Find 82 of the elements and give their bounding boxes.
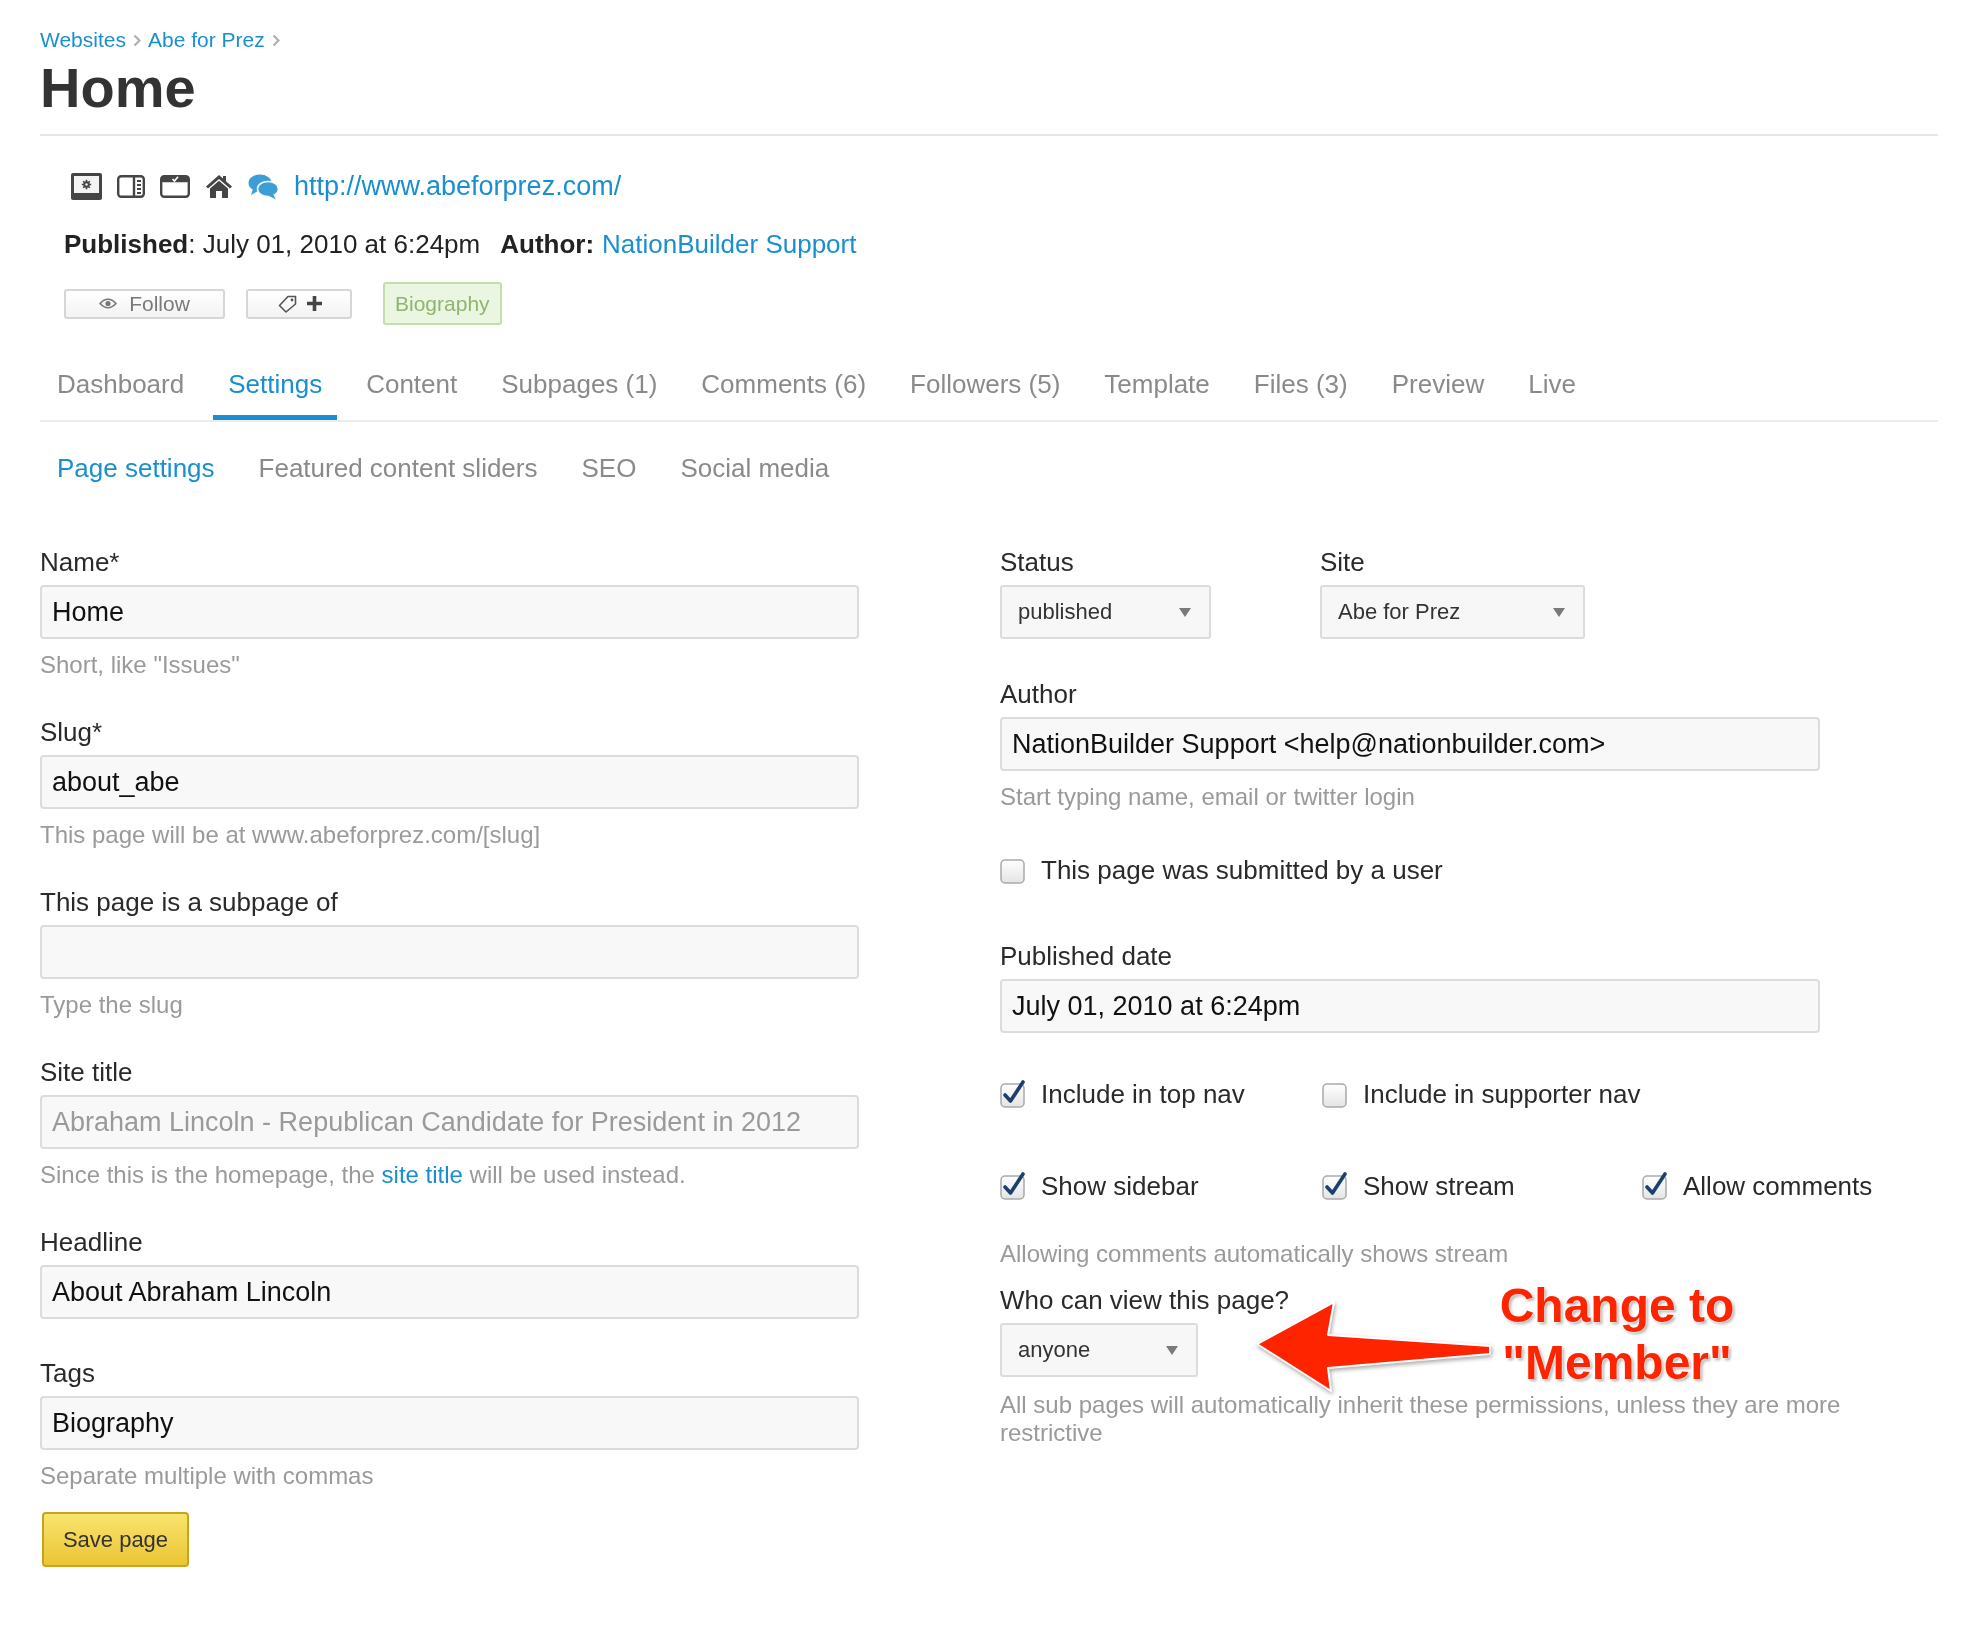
- tab[interactable]: Live: [1513, 369, 1591, 420]
- dropdown-select[interactable]: published: [1000, 585, 1211, 639]
- field-hint: Since this is the homepage, the site title will be used instead.: [40, 1161, 686, 1188]
- field-label: Site: [1320, 547, 1365, 577]
- published-date-text: Published: July 01, 2010 at 6:24pm: [64, 228, 481, 260]
- author-input[interactable]: NationBuilder Support <help@nationbuilder.com>: [1000, 717, 1820, 771]
- checkbox-label[interactable]: Show stream: [1363, 1171, 1515, 1201]
- tag-chip[interactable]: Biography: [383, 282, 502, 325]
- checkbox[interactable]: [1642, 1172, 1670, 1200]
- chevron-right-icon: [133, 33, 141, 47]
- field-label: This page is a subpage of: [40, 887, 338, 917]
- sub-tab[interactable]: Page settings: [42, 453, 230, 483]
- field-label: Name*: [40, 547, 120, 577]
- field-label: Slug*: [40, 717, 103, 747]
- text-input[interactable]: about_abe: [40, 755, 859, 809]
- tab[interactable]: Content: [351, 369, 473, 420]
- tab[interactable]: Dashboard: [42, 369, 200, 420]
- sub-tab[interactable]: SEO: [566, 453, 652, 483]
- dropdown-caret-icon: [1553, 607, 1565, 617]
- sidebar-layout-icon[interactable]: [117, 174, 145, 198]
- follow-button[interactable]: Follow: [64, 288, 225, 319]
- field-label: Who can view this page?: [1000, 1285, 1290, 1315]
- text-input[interactable]: [40, 925, 859, 979]
- checkbox-label[interactable]: Allow comments: [1683, 1171, 1873, 1201]
- checkbox-label[interactable]: Include in top nav: [1041, 1079, 1245, 1109]
- field-label: Site title: [40, 1057, 133, 1087]
- home-icon[interactable]: [205, 174, 233, 198]
- tab[interactable]: Files (3): [1238, 369, 1363, 420]
- monitor-gear-icon[interactable]: [71, 172, 102, 200]
- field-hint: All sub pages will automatically inherit these permissions, unless they are more restrictive: [1000, 1391, 1842, 1447]
- checkbox-label[interactable]: This page was submitted by a user: [1041, 855, 1443, 885]
- checkbox-label[interactable]: Include in supporter nav: [1363, 1079, 1641, 1109]
- text-input[interactable]: Biography: [40, 1396, 859, 1450]
- field-label: Published date: [1000, 941, 1173, 971]
- chevron-right-icon: [271, 33, 280, 47]
- page-title: Home: [40, 56, 196, 120]
- checkbox[interactable]: [1000, 856, 1028, 884]
- plus-icon: [306, 296, 322, 311]
- text-input[interactable]: Abraham Lincoln - Republican Candidate for President in 2012: [40, 1095, 859, 1149]
- sub-tab[interactable]: Featured content sliders: [243, 453, 553, 483]
- page-url-link[interactable]: http://www.abeforprez.com/: [294, 170, 622, 202]
- field-hint: This page will be at www.abeforprez.com/[slug]: [40, 821, 541, 848]
- tab[interactable]: Preview: [1376, 369, 1500, 420]
- date-input[interactable]: July 01, 2010 at 6:24pm: [1000, 979, 1820, 1033]
- chat-bubbles-icon[interactable]: [248, 172, 279, 200]
- tab[interactable]: Subpages (1): [486, 369, 673, 420]
- checkbox[interactable]: [1322, 1172, 1350, 1200]
- sub-tab[interactable]: Social media: [665, 453, 845, 483]
- field-label: Headline: [40, 1227, 143, 1257]
- field-hint: Start typing name, email or twitter login: [1000, 783, 1415, 810]
- save-page-button[interactable]: Save page: [42, 1512, 189, 1567]
- add-tag-button[interactable]: [246, 288, 352, 319]
- field-hint: Type the slug: [40, 991, 183, 1018]
- dropdown-select[interactable]: Abe for Prez: [1320, 585, 1585, 639]
- tab[interactable]: Template: [1089, 369, 1225, 420]
- site-title-link[interactable]: site title: [381, 1161, 463, 1188]
- checkbox[interactable]: [1322, 1080, 1350, 1108]
- dropdown-select[interactable]: anyone: [1000, 1323, 1198, 1377]
- tab[interactable]: Comments (6): [686, 369, 882, 420]
- breadcrumb-link[interactable]: Abe for Prez: [148, 27, 265, 53]
- author-label: Author:: [500, 228, 595, 260]
- text-input[interactable]: About Abraham Lincoln: [40, 1265, 859, 1319]
- checkbox[interactable]: [1000, 1172, 1028, 1200]
- dropdown-caret-icon: [1179, 607, 1191, 617]
- checkbox-label[interactable]: Show sidebar: [1041, 1171, 1199, 1201]
- field-label: Status: [1000, 547, 1074, 577]
- dropdown-caret-icon: [1166, 1345, 1178, 1355]
- field-label: Tags: [40, 1358, 95, 1388]
- window-check-icon[interactable]: [160, 174, 190, 198]
- field-hint: Short, like "Issues": [40, 651, 240, 678]
- checkbox[interactable]: [1000, 1080, 1028, 1108]
- author-link[interactable]: NationBuilder Support: [602, 228, 857, 260]
- tag-icon: [276, 294, 297, 313]
- eye-icon: [99, 298, 118, 309]
- breadcrumb-link[interactable]: Websites: [40, 27, 126, 53]
- tab[interactable]: Followers (5): [895, 369, 1076, 420]
- annotation-text: Change to "Member": [1498, 1278, 1736, 1391]
- options-hint: Allowing comments automatically shows stream: [1000, 1240, 1509, 1267]
- field-hint: Separate multiple with commas: [40, 1462, 374, 1489]
- tab[interactable]: Settings: [213, 369, 338, 420]
- text-input[interactable]: Home: [40, 585, 859, 639]
- field-label: Author: [1000, 679, 1077, 709]
